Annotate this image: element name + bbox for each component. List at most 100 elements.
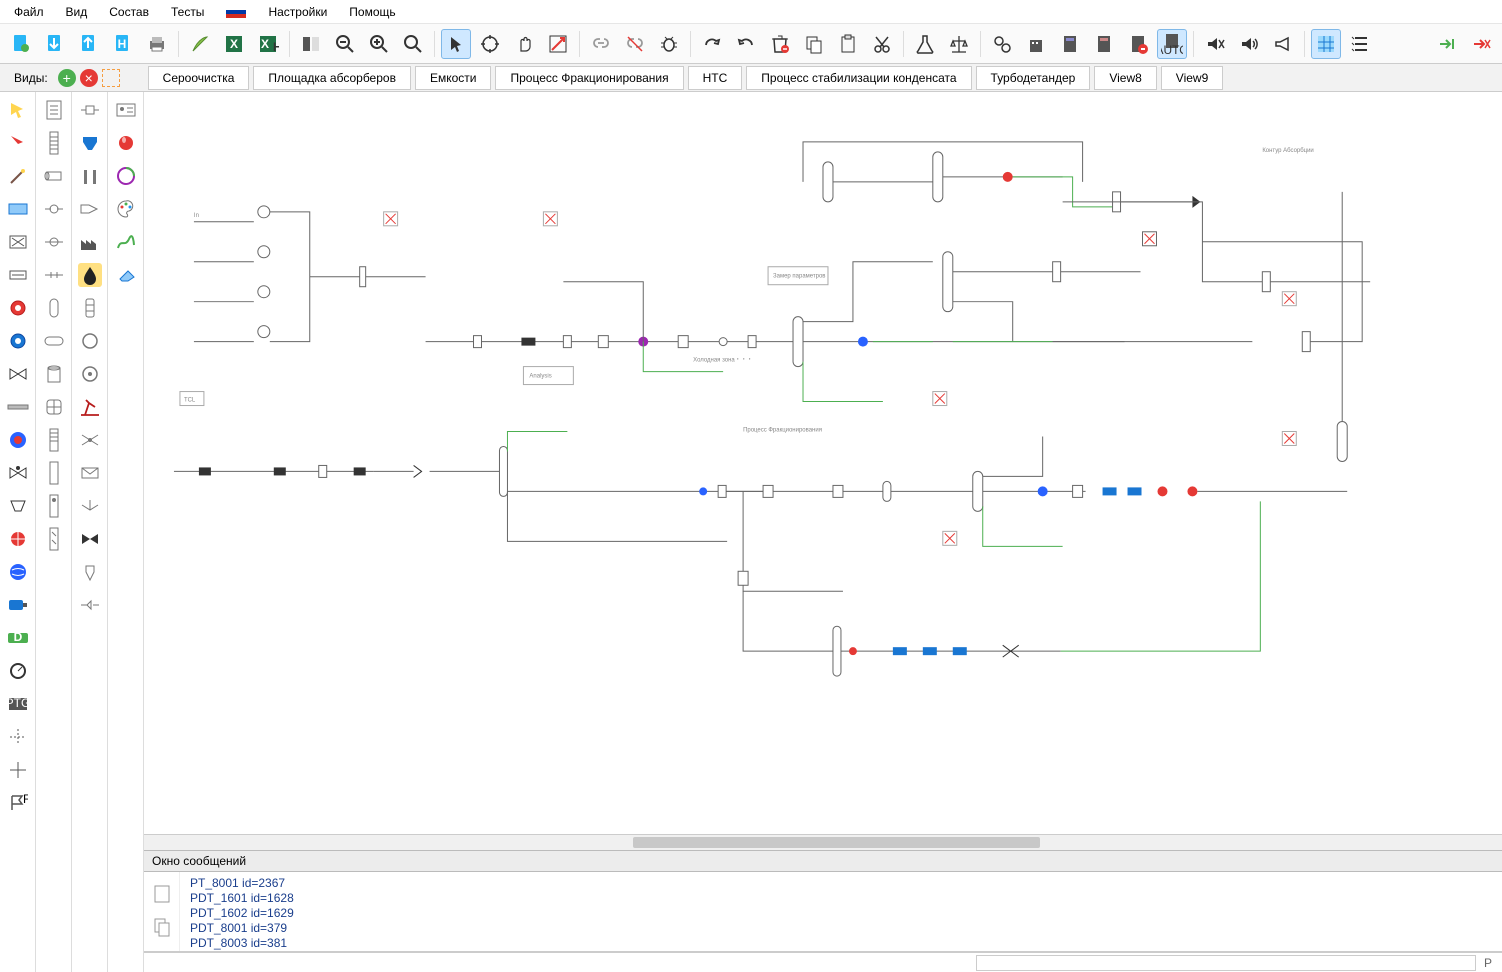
bug-icon[interactable]: [654, 29, 684, 59]
gears-icon[interactable]: [987, 29, 1017, 59]
globe-r-icon[interactable]: [6, 428, 30, 452]
hand-icon[interactable]: [509, 29, 539, 59]
dd-icon[interactable]: D: [6, 626, 30, 650]
building-icon[interactable]: [1021, 29, 1051, 59]
tab-tanks[interactable]: Емкости: [415, 66, 492, 90]
link-icon[interactable]: [586, 29, 616, 59]
balance-icon[interactable]: [944, 29, 974, 59]
tab-view8[interactable]: View8: [1094, 66, 1156, 90]
globe-b-icon[interactable]: [6, 560, 30, 584]
swirl-icon[interactable]: [114, 164, 138, 188]
flip-icon[interactable]: [296, 29, 326, 59]
hx3-icon[interactable]: [42, 230, 66, 254]
save-file-icon[interactable]: [74, 29, 104, 59]
msg-page-icon[interactable]: [153, 884, 171, 907]
flowsheet-svg[interactable]: In: [144, 92, 1502, 741]
squiggle-icon[interactable]: [114, 230, 138, 254]
sphere-icon[interactable]: [42, 395, 66, 419]
tab-fractionation[interactable]: Процесс Фракционирования: [495, 66, 683, 90]
add-right-icon[interactable]: [1432, 29, 1462, 59]
column1-icon[interactable]: [42, 131, 66, 155]
view-config-button[interactable]: [102, 69, 120, 87]
calc-auto-icon[interactable]: AUTO: [1157, 29, 1187, 59]
save-h-icon[interactable]: H: [108, 29, 138, 59]
mail-icon[interactable]: [78, 461, 102, 485]
calc-stop-icon[interactable]: [1123, 29, 1153, 59]
arrow-diag-icon[interactable]: [543, 29, 573, 59]
feather-icon[interactable]: [185, 29, 215, 59]
column2-icon[interactable]: [42, 428, 66, 452]
oil-drop-icon[interactable]: [78, 263, 102, 287]
gauge-icon[interactable]: [6, 659, 30, 683]
msg-copy-icon[interactable]: [153, 917, 171, 940]
tab-turbo[interactable]: Турбодетандер: [976, 66, 1091, 90]
diagram-canvas[interactable]: In: [144, 92, 1502, 834]
drip-icon[interactable]: [78, 560, 102, 584]
cursor-icon[interactable]: [441, 29, 471, 59]
pillars-icon[interactable]: [78, 164, 102, 188]
motor-icon[interactable]: [6, 593, 30, 617]
new-file-icon[interactable]: [6, 29, 36, 59]
announce-icon[interactable]: [1268, 29, 1298, 59]
cut-icon[interactable]: [867, 29, 897, 59]
grid-view-icon[interactable]: [1311, 29, 1341, 59]
pump2-icon[interactable]: [6, 329, 30, 353]
red-ball-icon[interactable]: [114, 131, 138, 155]
excel-icon[interactable]: X: [219, 29, 249, 59]
list-view-icon[interactable]: [1345, 29, 1375, 59]
valve-fill-icon[interactable]: [78, 527, 102, 551]
tab-view9[interactable]: View9: [1161, 66, 1223, 90]
eraser-icon[interactable]: [114, 263, 138, 287]
tab-stabilization[interactable]: Процесс стабилизации конденсата: [746, 66, 971, 90]
redo-icon[interactable]: [697, 29, 727, 59]
status-input[interactable]: [976, 955, 1476, 971]
gate-icon[interactable]: [78, 98, 102, 122]
pump3-icon[interactable]: [6, 527, 30, 551]
menu-file[interactable]: Файл: [4, 2, 54, 22]
drum-h-icon[interactable]: [42, 329, 66, 353]
menu-view[interactable]: Вид: [56, 2, 98, 22]
column4-icon[interactable]: [42, 494, 66, 518]
messages-list[interactable]: PT_8001 id=2367 PDT_1601 id=1628 PDT_160…: [180, 872, 1502, 951]
pipe-icon[interactable]: [6, 395, 30, 419]
zoom-fit-icon[interactable]: [398, 29, 428, 59]
volume-icon[interactable]: [1234, 29, 1264, 59]
calc1-icon[interactable]: [1055, 29, 1085, 59]
calc2-icon[interactable]: [1089, 29, 1119, 59]
circle-icon[interactable]: [78, 329, 102, 353]
hopper-icon[interactable]: [78, 131, 102, 155]
tab-nts[interactable]: НТС: [688, 66, 743, 90]
menu-help[interactable]: Помощь: [339, 2, 405, 22]
horizontal-scrollbar[interactable]: [144, 834, 1502, 850]
hx1-icon[interactable]: [42, 164, 66, 188]
heat-ex1-icon[interactable]: [6, 197, 30, 221]
view-add-button[interactable]: +: [58, 69, 76, 87]
wand-icon[interactable]: [6, 164, 30, 188]
pump1-icon[interactable]: [6, 296, 30, 320]
cross1-icon[interactable]: [6, 725, 30, 749]
column3-icon[interactable]: [42, 461, 66, 485]
pump-jack-icon[interactable]: [78, 395, 102, 419]
print-icon[interactable]: [142, 29, 172, 59]
target-icon[interactable]: [475, 29, 505, 59]
copy-icon[interactable]: [799, 29, 829, 59]
palette-icon[interactable]: [114, 197, 138, 221]
cross2-icon[interactable]: [6, 758, 30, 782]
menu-tests[interactable]: Тесты: [161, 2, 214, 22]
open-file-icon[interactable]: [40, 29, 70, 59]
zoom-out-icon[interactable]: [330, 29, 360, 59]
undo-icon[interactable]: [731, 29, 761, 59]
stripper-icon[interactable]: [42, 527, 66, 551]
remove-right-icon[interactable]: [1466, 29, 1496, 59]
cooler-icon[interactable]: [6, 263, 30, 287]
sep-icon[interactable]: [42, 263, 66, 287]
mute-icon[interactable]: [1200, 29, 1230, 59]
valve-x-icon[interactable]: [78, 428, 102, 452]
expander-icon[interactable]: [78, 593, 102, 617]
pointer-red-icon[interactable]: [6, 131, 30, 155]
valve1-icon[interactable]: [6, 362, 30, 386]
doc-icon[interactable]: [42, 98, 66, 122]
tank-icon[interactable]: [42, 362, 66, 386]
excel-h-icon[interactable]: XH: [253, 29, 283, 59]
compressor-icon[interactable]: [6, 494, 30, 518]
